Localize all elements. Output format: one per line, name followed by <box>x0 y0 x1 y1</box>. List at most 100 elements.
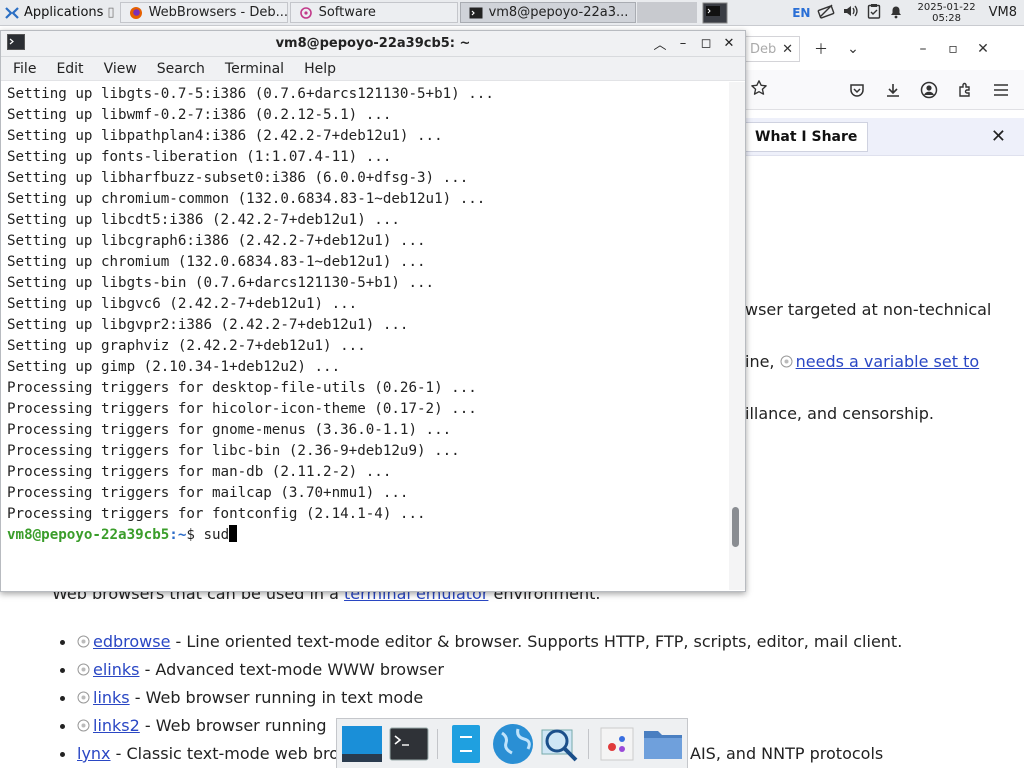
taskbar-item-terminal[interactable]: vm8@pepoyo-22a3... <box>459 2 636 23</box>
list-item: lynx - Classic text-mode web bro <box>60 744 339 763</box>
dock-folder[interactable] <box>643 722 683 766</box>
applications-menu-button[interactable]: Applications ▯ <box>0 0 119 25</box>
prompt-symbol: $ <box>186 527 204 543</box>
terminal-line: Setting up chromium-common (132.0.6834.8… <box>7 191 486 207</box>
terminal-line: Processing triggers for libc-bin (2.36-9… <box>7 443 460 459</box>
menu-view[interactable]: View <box>92 61 145 77</box>
taskbar-item-label: vm8@pepoyo-22a3... <box>488 5 629 20</box>
folder-icon <box>643 730 682 759</box>
taskbar-item-label: WebBrowsers - Deb... <box>148 5 288 20</box>
user-menu[interactable]: VM8 <box>989 5 1020 20</box>
terminal-line: Processing triggers for fontconfig (2.14… <box>7 506 426 522</box>
keyboard-layout-indicator[interactable]: EN <box>792 6 810 20</box>
applications-label: Applications <box>24 5 104 20</box>
file-manager-icon <box>451 724 480 763</box>
window-minimize-icon[interactable]: – <box>908 36 938 62</box>
hamburger-menu-icon[interactable] <box>988 77 1014 103</box>
extensions-icon[interactable] <box>952 77 978 103</box>
edbrowse-link[interactable]: edbrowse <box>93 632 170 651</box>
menu-search[interactable]: Search <box>145 61 213 77</box>
new-tab-button[interactable]: ＋ <box>806 36 836 62</box>
terminal-line: Setting up chromium (132.0.6834.83-1~deb… <box>7 254 426 270</box>
terminal-line: Setting up libgts-bin (0.7.6+darcs121130… <box>7 275 435 291</box>
workspace-icon <box>702 2 728 23</box>
package-icon <box>77 633 90 648</box>
firefox-icon <box>129 6 143 20</box>
list-item: links2 - Web browser running <box>60 716 327 735</box>
page-text-fragment: ine, <box>745 352 780 371</box>
terminal-scrollbar[interactable] <box>729 82 745 590</box>
taskbar-item-browser[interactable]: WebBrowsers - Deb... <box>119 2 288 23</box>
menu-terminal[interactable]: Terminal <box>213 61 292 77</box>
terminal-window[interactable]: vm8@pepoyo-22a39cb5: ~ ︿ – ◻ ✕ File Edit… <box>0 30 746 592</box>
links2-link[interactable]: links2 <box>93 716 140 735</box>
pocket-icon[interactable] <box>844 77 870 103</box>
tab-list-chevron-icon[interactable]: ⌄ <box>838 36 868 62</box>
bookmark-star-icon[interactable] <box>750 79 768 101</box>
workspace-switcher[interactable] <box>697 0 733 25</box>
terminal-line: Processing triggers for man-db (2.11.2-2… <box>7 464 392 480</box>
clock[interactable]: 2025-01-22 05:28 <box>911 2 981 24</box>
lynx-link[interactable]: lynx <box>77 744 111 763</box>
account-icon[interactable] <box>916 77 942 103</box>
network-icon[interactable] <box>817 3 835 23</box>
notification-bell-icon[interactable] <box>888 3 904 23</box>
terminal-output[interactable]: Setting up libgts-0.7-5:i386 (0.7.6+darc… <box>1 82 729 590</box>
window-close-icon[interactable]: ✕ <box>719 34 739 54</box>
list-item-desc: - Web browser running in text mode <box>129 688 424 707</box>
text-cursor <box>229 525 238 542</box>
needs-variable-link[interactable]: needs a variable set to <box>796 352 980 371</box>
firefox-toolbar <box>744 70 1024 110</box>
menu-edit[interactable]: Edit <box>44 61 91 77</box>
elinks-link[interactable]: elinks <box>93 660 139 679</box>
show-desktop-icon <box>342 725 382 762</box>
list-item-desc: - Line oriented text-mode editor & brows… <box>170 632 903 651</box>
terminal-menubar: File Edit View Search Terminal Help <box>1 57 745 81</box>
page-text-line: ine, needs a variable set to <box>745 352 979 371</box>
downloads-icon[interactable] <box>880 77 906 103</box>
terminal-title: vm8@pepoyo-22a39cb5: ~ <box>275 36 471 51</box>
terminal-line: Setting up libpathplan4:i386 (2.42.2-7+d… <box>7 128 443 144</box>
links-link[interactable]: links <box>93 688 130 707</box>
prompt-user: vm8@pepoyo-22a39cb5 <box>7 527 170 543</box>
notification-bar: What I Share ✕ <box>744 118 1024 156</box>
top-panel: Applications ▯ WebBrowsers - Deb... Soft… <box>0 0 1024 26</box>
terminal-line: Setting up gimp (2.10.34-1+deb12u2) ... <box>7 359 341 375</box>
terminal-line: Setting up libgvc6 (2.42.2-7+deb12u1) ..… <box>7 296 358 312</box>
dock-separator <box>588 728 589 759</box>
clock-time: 05:28 <box>932 12 961 24</box>
terminal-line: Processing triggers for mailcap (3.70+nm… <box>7 485 409 501</box>
notification-close-icon[interactable]: ✕ <box>991 126 1024 147</box>
bullet-icon <box>60 752 65 757</box>
dock-image-viewer[interactable] <box>597 722 637 766</box>
tab-close-icon[interactable]: ✕ <box>782 42 793 57</box>
terminal-line: Setting up libgvpr2:i386 (2.42.2-7+deb12… <box>7 317 409 333</box>
clock-date: 2025-01-22 <box>917 1 976 13</box>
scrollbar-thumb[interactable] <box>732 507 739 547</box>
window-maximize-icon[interactable]: ◻ <box>696 34 716 54</box>
terminal-app-icon <box>7 33 25 54</box>
dock-terminal[interactable] <box>389 722 429 766</box>
firefox-tab[interactable]: Deb ✕ <box>744 36 800 62</box>
menu-help[interactable]: Help <box>292 61 344 77</box>
notification-button[interactable]: What I Share <box>744 121 869 152</box>
window-minimize-icon[interactable]: – <box>673 34 693 54</box>
volume-icon[interactable] <box>842 3 860 23</box>
terminal-line: Setting up libharfbuzz-subset0:i386 (6.0… <box>7 170 469 186</box>
taskbar-item-software[interactable]: Software <box>289 2 458 23</box>
dock-file-manager[interactable] <box>446 722 486 766</box>
terminal-line: Setting up fonts-liberation (1:1.07.4-11… <box>7 149 392 165</box>
terminal-titlebar[interactable]: vm8@pepoyo-22a39cb5: ~ ︿ – ◻ ✕ <box>1 31 745 57</box>
menu-file[interactable]: File <box>1 61 44 77</box>
terminal-prompt-line[interactable]: vm8@pepoyo-22a39cb5:~$ sud <box>7 525 729 546</box>
clipboard-icon[interactable] <box>867 3 881 23</box>
window-collapse-icon[interactable]: ︿ <box>650 34 670 54</box>
dock-app-finder[interactable] <box>540 722 580 766</box>
terminal-input[interactable]: sud <box>203 527 229 543</box>
window-close-icon[interactable]: ✕ <box>968 36 998 62</box>
dock-show-desktop[interactable] <box>341 722 383 766</box>
window-maximize-icon[interactable]: ▫ <box>938 36 968 62</box>
dock-web-browser[interactable] <box>492 722 534 766</box>
package-icon <box>77 661 90 676</box>
firefox-tab-label: Deb <box>750 41 777 57</box>
